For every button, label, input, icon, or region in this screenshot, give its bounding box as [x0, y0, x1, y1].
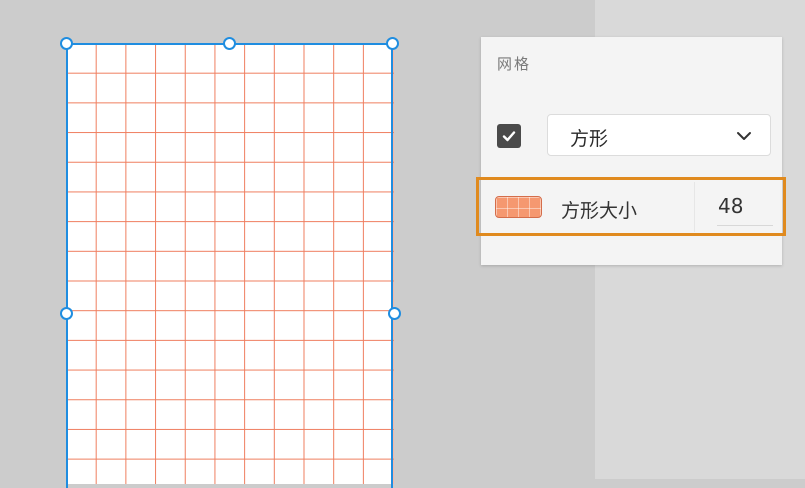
grid-enabled-checkbox[interactable]	[497, 124, 521, 148]
resize-handle-middle-right[interactable]	[388, 307, 401, 320]
chevron-down-icon	[737, 132, 751, 140]
grid-type-selected-label: 方形	[570, 128, 609, 150]
resize-handle-top-left[interactable]	[60, 37, 73, 50]
check-icon	[502, 131, 516, 142]
resize-handle-middle-left[interactable]	[60, 307, 73, 320]
resize-handle-top-middle[interactable]	[223, 37, 236, 50]
artboard-selection-outline	[66, 43, 393, 488]
square-size-row-highlight	[476, 177, 786, 236]
resize-handle-top-right[interactable]	[386, 37, 399, 50]
panel-title: 网格	[497, 55, 532, 73]
grid-type-dropdown[interactable]: 方形	[547, 114, 771, 156]
